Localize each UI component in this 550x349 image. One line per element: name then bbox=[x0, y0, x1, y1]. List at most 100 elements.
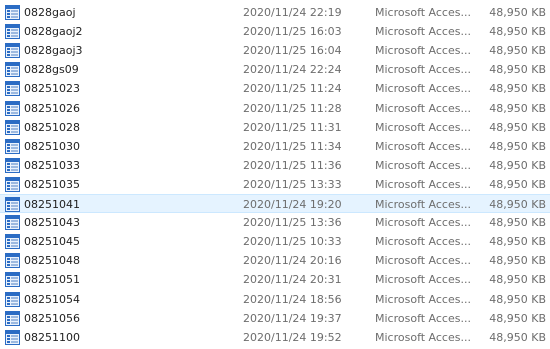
file-type: Microsoft Acces... bbox=[375, 177, 471, 191]
file-type: Microsoft Acces... bbox=[375, 158, 471, 172]
file-date-modified: 2020/11/24 19:37 bbox=[243, 311, 342, 325]
file-type: Microsoft Acces... bbox=[375, 82, 471, 96]
access-database-icon bbox=[5, 43, 20, 59]
file-date-modified: 2020/11/25 16:04 bbox=[243, 44, 342, 58]
access-database-icon bbox=[5, 329, 20, 345]
file-row[interactable]: 08251041 2020/11/24 19:20 Microsoft Acces.… bbox=[0, 194, 550, 213]
access-database-icon bbox=[5, 62, 20, 78]
file-row[interactable]: 08251026 2020/11/25 11:28 Microsoft Acces.… bbox=[0, 99, 550, 118]
file-size: 48,950 KB bbox=[489, 44, 546, 58]
file-type: Microsoft Acces... bbox=[375, 120, 471, 134]
file-date-modified: 2020/11/25 13:33 bbox=[243, 177, 342, 191]
file-size: 48,950 KB bbox=[489, 311, 546, 325]
file-name: 08251043 bbox=[24, 216, 80, 230]
access-database-icon bbox=[5, 100, 20, 116]
file-name: 0828gs09 bbox=[24, 63, 79, 77]
file-name: 08251041 bbox=[24, 198, 80, 211]
file-size: 48,950 KB bbox=[489, 330, 546, 344]
file-row[interactable]: 08251030 2020/11/25 11:34 Microsoft Acces.… bbox=[0, 137, 550, 156]
file-size: 48,950 KB bbox=[489, 139, 546, 153]
file-row[interactable]: 08251023 2020/11/25 11:24 Microsoft Acces.… bbox=[0, 79, 550, 98]
file-name: 08251023 bbox=[24, 82, 80, 96]
file-type: Microsoft Acces... bbox=[375, 139, 471, 153]
access-database-icon bbox=[5, 197, 20, 212]
file-size: 48,950 KB bbox=[489, 198, 546, 211]
file-row[interactable]: 08251035 2020/11/25 13:33 Microsoft Acces.… bbox=[0, 175, 550, 194]
file-type: Microsoft Acces... bbox=[375, 63, 471, 77]
file-type: Microsoft Acces... bbox=[375, 198, 471, 211]
file-size: 48,950 KB bbox=[489, 177, 546, 191]
access-database-icon bbox=[5, 253, 20, 269]
file-date-modified: 2020/11/25 11:36 bbox=[243, 158, 342, 172]
file-row[interactable]: 08251051 2020/11/24 20:31 Microsoft Acces.… bbox=[0, 270, 550, 289]
access-database-icon bbox=[5, 138, 20, 154]
file-row[interactable]: 0828gaoj 2020/11/24 22:19 Microsoft Acces.… bbox=[0, 3, 550, 22]
file-size: 48,950 KB bbox=[489, 273, 546, 287]
file-size: 48,950 KB bbox=[489, 292, 546, 306]
file-date-modified: 2020/11/24 20:16 bbox=[243, 254, 342, 268]
file-size: 48,950 KB bbox=[489, 25, 546, 39]
file-name: 08251033 bbox=[24, 158, 80, 172]
file-type: Microsoft Acces... bbox=[375, 25, 471, 39]
file-size: 48,950 KB bbox=[489, 63, 546, 77]
file-date-modified: 2020/11/24 22:24 bbox=[243, 63, 342, 77]
file-date-modified: 2020/11/24 18:56 bbox=[243, 292, 342, 306]
file-name: 08251035 bbox=[24, 177, 80, 191]
access-database-icon bbox=[5, 310, 20, 326]
file-size: 48,950 KB bbox=[489, 120, 546, 134]
file-row[interactable]: 08251033 2020/11/25 11:36 Microsoft Acces.… bbox=[0, 156, 550, 175]
file-row[interactable]: 08251048 2020/11/24 20:16 Microsoft Acces.… bbox=[0, 251, 550, 270]
file-name: 08251028 bbox=[24, 120, 80, 134]
file-type: Microsoft Acces... bbox=[375, 235, 471, 249]
file-type: Microsoft Acces... bbox=[375, 292, 471, 306]
file-name: 0828gaoj2 bbox=[24, 25, 83, 39]
file-type: Microsoft Acces... bbox=[375, 254, 471, 268]
file-type: Microsoft Acces... bbox=[375, 311, 471, 325]
file-size: 48,950 KB bbox=[489, 6, 546, 19]
file-row[interactable]: 0828gaoj2 2020/11/25 16:03 Microsoft Acces… bbox=[0, 22, 550, 41]
file-name: 08251048 bbox=[24, 254, 80, 268]
file-size: 48,950 KB bbox=[489, 235, 546, 249]
file-row[interactable]: 08251028 2020/11/25 11:31 Microsoft Acces.… bbox=[0, 118, 550, 137]
file-size: 48,950 KB bbox=[489, 82, 546, 96]
file-date-modified: 2020/11/25 11:24 bbox=[243, 82, 342, 96]
file-row[interactable]: 0828gs09 2020/11/24 22:24 Microsoft Acces.… bbox=[0, 60, 550, 79]
access-database-icon bbox=[5, 291, 20, 307]
file-size: 48,950 KB bbox=[489, 158, 546, 172]
access-database-icon bbox=[5, 176, 20, 192]
access-database-icon bbox=[5, 157, 20, 173]
file-row[interactable]: 08251045 2020/11/25 10:33 Microsoft Acces.… bbox=[0, 232, 550, 251]
file-type: Microsoft Acces... bbox=[375, 216, 471, 230]
file-row[interactable]: 08251100 2020/11/24 19:52 Microsoft Acces.… bbox=[0, 328, 550, 347]
file-date-modified: 2020/11/25 11:28 bbox=[243, 101, 342, 115]
file-name: 08251030 bbox=[24, 139, 80, 153]
file-date-modified: 2020/11/24 19:52 bbox=[243, 330, 342, 344]
access-database-icon bbox=[5, 272, 20, 288]
file-size: 48,950 KB bbox=[489, 216, 546, 230]
file-name: 0828gaoj3 bbox=[24, 44, 83, 58]
file-date-modified: 2020/11/24 22:19 bbox=[243, 6, 342, 19]
file-type: Microsoft Acces... bbox=[375, 330, 471, 344]
file-row[interactable]: 0828gaoj3 2020/11/25 16:04 Microsoft Acces… bbox=[0, 41, 550, 60]
file-type: Microsoft Acces... bbox=[375, 273, 471, 287]
file-size: 48,950 KB bbox=[489, 254, 546, 268]
file-name: 08251054 bbox=[24, 292, 80, 306]
file-row[interactable]: 08251056 2020/11/24 19:37 Microsoft Acces.… bbox=[0, 309, 550, 328]
access-database-icon bbox=[5, 119, 20, 135]
file-date-modified: 2020/11/25 10:33 bbox=[243, 235, 342, 249]
file-date-modified: 2020/11/25 11:31 bbox=[243, 120, 342, 134]
access-database-icon bbox=[5, 234, 20, 250]
file-name: 08251026 bbox=[24, 101, 80, 115]
file-date-modified: 2020/11/24 19:20 bbox=[243, 198, 342, 211]
file-row[interactable]: 08251054 2020/11/24 18:56 Microsoft Acces.… bbox=[0, 290, 550, 309]
file-list: 0828gaoj 2020/11/24 22:19 Microsoft Acces.… bbox=[0, 0, 550, 349]
file-size: 48,950 KB bbox=[489, 101, 546, 115]
access-database-icon bbox=[5, 215, 20, 231]
file-date-modified: 2020/11/25 11:34 bbox=[243, 139, 342, 153]
file-name: 08251045 bbox=[24, 235, 80, 249]
file-date-modified: 2020/11/25 13:36 bbox=[243, 216, 342, 230]
file-row[interactable]: 08251043 2020/11/25 13:36 Microsoft Acces.… bbox=[0, 213, 550, 232]
file-date-modified: 2020/11/24 20:31 bbox=[243, 273, 342, 287]
file-type: Microsoft Acces... bbox=[375, 6, 471, 19]
file-type: Microsoft Acces... bbox=[375, 44, 471, 58]
